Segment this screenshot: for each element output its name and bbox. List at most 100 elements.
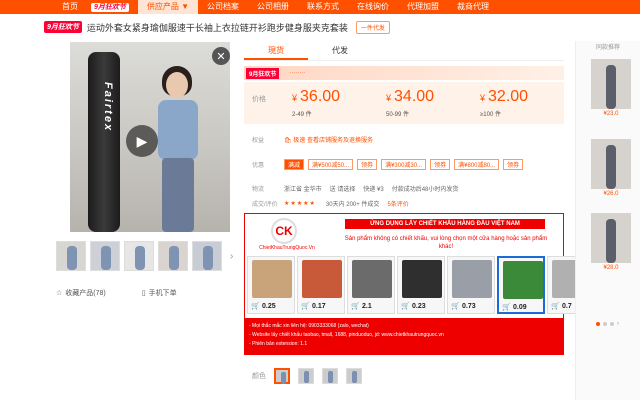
nav-album[interactable]: 公司相册 [248,0,298,14]
coupon-claim[interactable]: 领券 [357,159,378,170]
suggested-product-price: 0.17 [312,303,326,310]
play-icon[interactable]: ▶ [126,125,158,157]
top-nav: 首页 9月狂欢节 供应产品 ▼ 公司档案 公司相册 联系方式 在线询价 代理加盟… [0,0,640,14]
price-range: ≥100 件 [480,112,501,118]
cart-icon: 🛒 [451,303,460,310]
thumbnail[interactable] [124,241,154,271]
product-title: 运动外套女紧身瑜伽服速干长袖上衣拉链开衫跑步健身服夹克套装 [86,22,348,33]
ship-time: 付款成功后48小时内发货 [391,187,459,193]
color-swatch[interactable] [322,368,338,384]
extension-logo: CK ChietKhauTrungQuoc.Vn [253,218,321,254]
cart-icon: 🛒 [301,303,310,310]
nav-franchise[interactable]: 代理加盟 [398,0,448,14]
coupon[interactable]: 满¥500减50... [308,159,354,170]
suggested-product-image [452,260,492,298]
chevron-right-icon[interactable]: › [617,321,619,327]
recommend-price: ¥23.0 [603,111,619,117]
nav-profile[interactable]: 公司档案 [198,0,248,14]
color-selector: 颜色 [252,368,362,384]
extension-brand: ChietKhauTrungQuoc.Vn [259,245,315,251]
cart-icon: 🛒 [401,303,410,310]
title-badge: 9月狂欢节 [44,21,82,33]
color-swatch[interactable] [274,368,290,384]
coupon-claim[interactable]: 领券 [503,159,524,170]
suggested-product[interactable]: 🛒 0.17 [297,256,345,314]
cart-icon: 🛒 [502,304,511,311]
suggested-product-price: 0.09 [513,304,527,311]
nav-contact[interactable]: 联系方式 [298,0,348,14]
price-value: 34.00 [394,88,435,105]
color-label: 颜色 [252,373,266,380]
coupon[interactable]: 满¥800减80... [454,159,500,170]
thumbnail[interactable] [56,241,86,271]
thumbnail-strip: › [56,241,233,271]
cart-icon: 🛒 [251,303,260,310]
ship-to-select[interactable]: 送 请选择 [330,184,356,193]
suggested-product[interactable]: 🛒 0.73 [447,256,495,314]
nav-home[interactable]: 首页 [0,0,87,14]
color-swatch[interactable] [298,368,314,384]
festival-logo: 9月狂欢节 [91,2,129,12]
recommend-item[interactable]: ¥23.0 [591,59,631,117]
price-tier: ¥36.00 2-49 件 [292,88,341,118]
favorite-row: ☆ 收藏产品(78) ▯ 手机下单 [56,288,177,298]
shipping-label: 物流 [252,187,265,193]
extension-headline: ỨNG DỤNG LẤY CHIẾT KHẤU HÀNG ĐẦU VIỆT NA… [345,219,545,229]
promo-banner: 9月狂欢节 ········ [244,66,564,80]
review-count[interactable]: 5条评价 [387,199,408,208]
tab-dropship[interactable]: 代发 [308,41,372,60]
punching-bag [88,52,120,232]
coupon[interactable]: 满¥300减30... [381,159,427,170]
color-swatch[interactable] [346,368,362,384]
thumbnail[interactable] [192,241,222,271]
version-line: - Phiên bản extension: 1.1 [249,341,308,347]
promo-logo: 9月狂欢节 [246,67,280,79]
bag-brand: Fairtex [102,82,114,133]
rights-text[interactable]: 🛍 极速 查看店铺服务及退换服务 [284,135,373,144]
rights-label: 权益 [252,138,265,144]
coupon-claim[interactable]: 领券 [430,159,451,170]
price-panel: 价格 ¥36.00 2-49 件 ¥34.00 50-99 件 ¥32.00 ≥… [244,82,564,124]
pager-dot[interactable] [596,322,600,326]
title-row: 9月狂欢节 运动外套女紧身瑜伽服速干长袖上衣拉链开衫跑步健身服夹克套装 一件代发 [44,19,640,35]
deal-count: 30天内 200+ 件成交 [325,202,380,208]
recommend-pager: › [596,321,619,327]
nav-products[interactable]: 供应产品 ▼ [137,0,199,14]
pager-dot[interactable] [603,322,607,326]
suggested-product[interactable]: 🛒 0.09 [497,256,545,314]
suggested-product-price: 0.25 [262,303,276,310]
price-tier: ¥34.00 50-99 件 [386,88,435,118]
favorite-button[interactable]: 收藏产品(78) [65,288,105,298]
suggested-product-image [402,260,442,298]
price-value: 36.00 [300,88,341,105]
dropship-button[interactable]: 一件代发 [355,20,390,34]
extension-message: Sản phẩm không có chiết khấu, vui lòng c… [344,236,548,250]
recommend-item[interactable]: ¥26.0 [591,139,631,197]
suggested-product-image [302,260,342,298]
thumbnail[interactable] [158,241,188,271]
nav-inquiry[interactable]: 在线询价 [348,0,398,14]
chevron-right-icon[interactable]: › [230,251,233,262]
contact-line: - Mọi thắc mắc xin liên hệ: 0903333068 (… [249,323,369,329]
nav-agent[interactable]: 裁商代理 [448,0,498,14]
recommend-price: ¥26.0 [603,191,619,197]
suggested-product-image [252,260,292,298]
mobile-order-button[interactable]: 手机下单 [149,288,177,298]
star-icon: ☆ [56,290,63,297]
suggested-product-price: 0.23 [412,303,426,310]
tab-stock[interactable]: 現货 [244,41,308,60]
ship-fee: 快递 ¥3 [363,187,384,193]
shipping-row: 物流 浙江省 金华市 送 请选择 快递 ¥3 付款成功后48小时内发货 [244,184,574,193]
suggested-product[interactable]: 🛒 2.1 [347,256,395,314]
recommend-item[interactable]: ¥28.0 [591,213,631,271]
rating-label: 成交/评价 [252,202,278,208]
website-line[interactable]: - Website lấy chiết khấu taobao, tmall, … [249,331,559,340]
star-rating-icon: ★★★★★ [284,201,316,207]
close-icon[interactable]: ✕ [212,47,230,65]
suggested-product[interactable]: 🛒 0.23 [397,256,445,314]
discount-extension-panel: CK ChietKhauTrungQuoc.Vn ỨNG DỤNG LẤY CH… [244,213,595,355]
pager-dot[interactable] [610,322,614,326]
ck-logo-icon: CK [271,218,297,244]
suggested-product[interactable]: 🛒 0.25 [247,256,295,314]
thumbnail[interactable] [90,241,120,271]
